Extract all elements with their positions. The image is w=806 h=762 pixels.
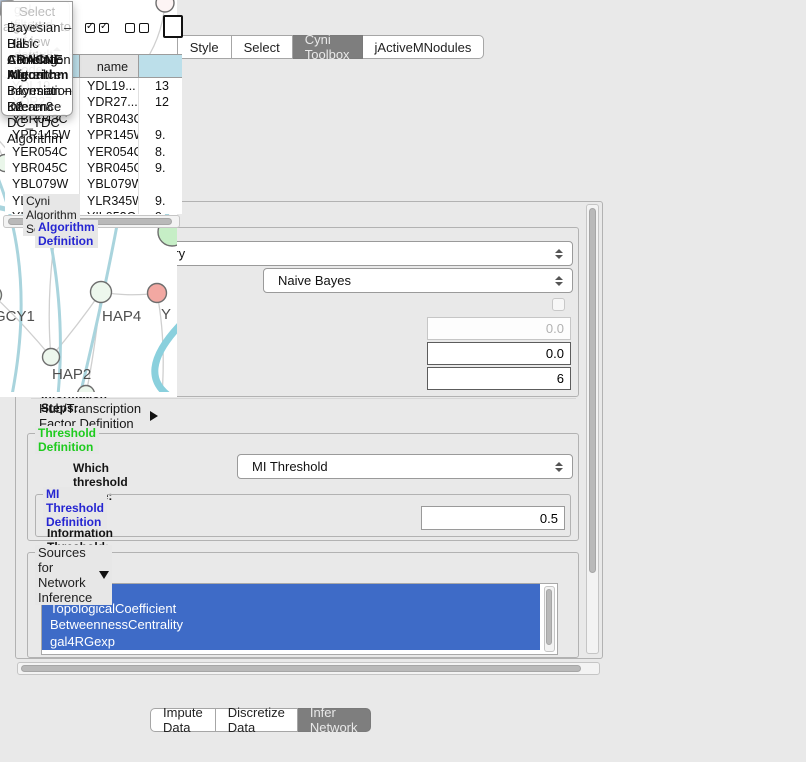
mi-algorithm-type-combobox[interactable]: Naive Bayes xyxy=(263,268,573,293)
combo-arrows-icon xyxy=(555,249,563,259)
algorithm-option[interactable]: Basic Correlation Inference xyxy=(2,36,72,52)
table-cell: YBR045C xyxy=(80,160,139,176)
mi-threshold-field[interactable] xyxy=(421,506,565,530)
checked-box-icon xyxy=(99,23,109,33)
checked-box-icon xyxy=(85,23,95,33)
deselect-all-columns-icon[interactable] xyxy=(125,23,149,33)
mi-algorithm-type-value: Naive Bayes xyxy=(278,273,351,288)
mi-steps-field[interactable] xyxy=(427,367,571,390)
dpi-tolerance-field[interactable] xyxy=(427,342,571,365)
tab-jactivemnodules[interactable]: jActiveMNodules xyxy=(363,35,485,59)
collapsed-arrow-icon xyxy=(150,411,158,421)
algorithm-definition-title: Algorithm Definition xyxy=(35,220,98,248)
node-label-gcy1[interactable]: GCY1 xyxy=(0,308,35,325)
table-cell: 9. xyxy=(139,209,182,214)
tab-cyni-toolbox[interactable]: Cyni Toolbox xyxy=(293,35,363,59)
algorithm-option[interactable]: Dream8 DC_TDC Algorithm xyxy=(2,99,72,115)
table-row[interactable]: YBL079W YBL079W xyxy=(5,176,182,192)
mi-threshold-definition-title: MI Threshold Definition xyxy=(43,487,107,529)
table-cell: YBR045C xyxy=(5,160,80,176)
tab-label: Select xyxy=(244,40,280,55)
unchecked-box-icon xyxy=(139,23,149,33)
data-attributes-list: SelfLoops TopologicalCoefficient Between… xyxy=(41,583,558,655)
table-cell: 9. xyxy=(139,193,182,209)
export-table-icon[interactable] xyxy=(163,15,183,38)
column-header-clipped[interactable] xyxy=(139,54,182,78)
tab-label: Style xyxy=(190,40,219,55)
attribute-item-selected[interactable]: gal4RGexp xyxy=(42,634,540,651)
tab-label: Discretize Data xyxy=(228,705,285,735)
combo-arrows-icon xyxy=(555,276,563,286)
algorithm-option-selected[interactable]: ARACNE Algorithm xyxy=(2,52,72,68)
manual-kernel-checkbox[interactable] xyxy=(552,298,565,311)
node-label-hap4[interactable]: HAP4 xyxy=(102,308,141,325)
tab-select[interactable]: Select xyxy=(232,35,293,59)
attribute-item-selected[interactable]: TopologicalCoefficient xyxy=(42,601,540,618)
node-label-y-partial[interactable]: Y xyxy=(161,306,171,323)
table-cell: 9. xyxy=(139,127,182,143)
tab-label: Infer Network xyxy=(310,705,358,735)
table-cell xyxy=(139,111,182,127)
table-cell: YLR345W xyxy=(80,193,139,209)
control-panel-window: Control Panel ✕ Network Style Select Cyn… xyxy=(0,0,2,2)
table-cell: YBL079W xyxy=(80,176,139,192)
table-cell: YBR043C xyxy=(80,111,139,127)
aracne-mode-combobox[interactable]: Discovery xyxy=(113,241,573,266)
tab-discretize-data[interactable]: Discretize Data xyxy=(216,708,298,732)
settings-horizontal-scrollbar[interactable] xyxy=(17,662,600,675)
table-cell: 12 xyxy=(139,94,182,110)
table-row[interactable]: YBR045C YBR045C 9. xyxy=(5,160,182,176)
column-header-name[interactable]: name xyxy=(80,54,139,78)
unchecked-box-icon xyxy=(125,23,135,33)
table-cell: 8. xyxy=(139,144,182,160)
table-cell: YBL079W xyxy=(5,176,80,192)
attribute-item-selected[interactable]: BetweennessCentrality xyxy=(42,617,540,634)
which-threshold-combobox[interactable]: MI Threshold xyxy=(237,454,573,479)
tab-label: Impute Data xyxy=(163,705,203,735)
tab-infer-network[interactable]: Infer Network xyxy=(298,708,371,732)
algorithm-option[interactable]: Bayesian – Hill Climbing xyxy=(2,20,72,36)
expanded-arrow-icon xyxy=(99,571,109,579)
scrollbar-thumb[interactable] xyxy=(589,208,596,573)
select-all-columns-icon[interactable] xyxy=(85,23,109,33)
table-cell: YDR27... xyxy=(80,94,139,110)
table-cell: YDL19... xyxy=(80,78,139,94)
cyni-bottom-tabbar: Impute Data Discretize Data Infer Networ… xyxy=(150,708,371,732)
table-cell: 13 xyxy=(139,78,182,94)
scrollbar-thumb[interactable] xyxy=(546,589,552,645)
separator xyxy=(31,398,576,399)
table-cell: 9. xyxy=(139,160,182,176)
table-row[interactable]: YER054C YER054C 8. xyxy=(5,144,182,160)
table-cell: YER054C xyxy=(80,144,139,160)
sources-expander[interactable]: Sources for Network Inference xyxy=(35,545,112,605)
kernel-width-field[interactable] xyxy=(427,317,571,340)
table-cell: YPR145W xyxy=(80,127,139,143)
threshold-definition-title: Threshold Definition xyxy=(35,426,99,454)
table-cell: YIL052C xyxy=(80,209,139,214)
algorithm-dropdown-popup: Select algorithm to view settings Bayesi… xyxy=(1,1,73,116)
algorithm-option[interactable]: Bayesian – K2 xyxy=(2,83,72,99)
table-cell: YER054C xyxy=(5,144,80,160)
combo-arrows-icon xyxy=(555,462,563,472)
tab-label: jActiveMNodules xyxy=(375,40,472,55)
table-cell xyxy=(139,176,182,192)
which-threshold-value: MI Threshold xyxy=(252,459,328,474)
popup-placeholder: Select algorithm to view settings xyxy=(2,4,72,20)
scrollbar-thumb[interactable] xyxy=(21,665,581,672)
tab-impute-data[interactable]: Impute Data xyxy=(150,708,216,732)
attribute-list-scrollbar[interactable] xyxy=(544,586,555,652)
node-label-hap2[interactable]: HAP2 xyxy=(52,366,91,383)
settings-vertical-scrollbar[interactable] xyxy=(586,204,599,654)
tab-label: Cyni Toolbox xyxy=(305,32,350,62)
tab-style[interactable]: Style xyxy=(178,35,232,59)
sources-title: Sources for Network Inference xyxy=(38,545,92,605)
attribute-item-selected[interactable]: SelfLoops xyxy=(42,584,540,601)
